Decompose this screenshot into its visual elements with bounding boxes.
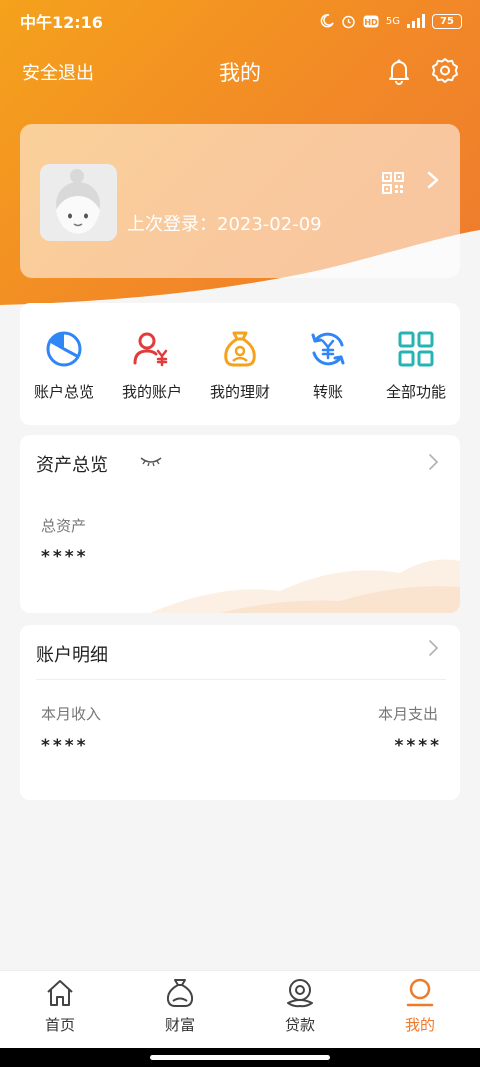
avatar-icon <box>40 164 117 241</box>
profile-icon <box>406 978 434 1007</box>
last-login-label: 上次登录： <box>127 214 217 235</box>
battery-level: 75 <box>440 15 454 27</box>
transfer-yuan-icon <box>311 332 345 366</box>
tab-home[interactable]: 首页 <box>20 977 100 1035</box>
status-time: 中午12:16 <box>20 13 103 32</box>
signal-icon <box>407 14 425 28</box>
home-indicator[interactable] <box>150 1055 330 1060</box>
monthly-expense-label: 本月支出 <box>377 705 438 723</box>
svg-text:HD: HD <box>364 18 378 27</box>
tab-label: 我的 <box>404 1016 435 1034</box>
system-nav-bar <box>0 1048 480 1067</box>
eye-closed-icon[interactable] <box>140 455 162 469</box>
alarm-icon <box>342 15 355 28</box>
quick-actions-card: 账户总览 我的账户 我的理财 转账 全部功能 <box>20 303 460 425</box>
avatar[interactable] <box>40 164 117 241</box>
quick-action-account-overview[interactable]: 账户总览 <box>20 329 108 402</box>
moon-icon <box>320 14 334 28</box>
quick-action-label: 我的理财 <box>209 383 270 401</box>
quick-action-label: 我的账户 <box>121 383 182 401</box>
logout-button[interactable]: 安全退出 <box>22 59 94 85</box>
asset-overview-card[interactable]: 资产总览 总资产 **** <box>20 435 460 613</box>
account-details-card[interactable]: 账户明细 本月收入 **** 本月支出 **** <box>20 625 460 800</box>
tab-label: 财富 <box>164 1016 195 1034</box>
grid-icon <box>398 331 434 367</box>
chevron-right-icon[interactable] <box>428 639 440 657</box>
chevron-right-icon[interactable] <box>428 453 440 471</box>
quick-action-label: 账户总览 <box>33 383 94 401</box>
quick-action-transfer[interactable]: 转账 <box>284 329 372 402</box>
network-type: 5G <box>385 15 400 27</box>
chevron-right-icon[interactable] <box>424 170 442 190</box>
total-assets-label: 总资产 <box>41 517 87 535</box>
status-bar: 中午12:16 HD 5G 75 <box>0 0 480 42</box>
loan-icon <box>287 979 313 1008</box>
monthly-income-label: 本月收入 <box>41 705 102 723</box>
tab-label: 首页 <box>44 1016 75 1034</box>
qr-code-icon[interactable] <box>382 172 404 194</box>
decorative-wave <box>150 559 460 613</box>
quick-action-my-account[interactable]: 我的账户 <box>108 329 196 402</box>
last-login: 上次登录：2023-02-09 <box>127 210 322 236</box>
tab-profile[interactable]: 我的 <box>380 977 460 1035</box>
pie-chart-icon <box>46 331 82 367</box>
battery-icon: 75 <box>432 13 462 29</box>
tab-loan[interactable]: 贷款 <box>260 977 340 1035</box>
wealth-bag-icon <box>166 979 194 1007</box>
hd-icon: HD <box>363 15 379 27</box>
tab-label: 贷款 <box>284 1016 315 1034</box>
quick-action-all-functions[interactable]: 全部功能 <box>372 329 460 402</box>
quick-action-my-wealth[interactable]: 我的理财 <box>196 329 284 402</box>
status-icons: HD 5G 75 <box>320 13 462 29</box>
gear-icon[interactable] <box>430 56 460 86</box>
last-login-date: 2023-02-09 <box>217 214 322 235</box>
asset-overview-title: 资产总览 <box>36 455 108 476</box>
monthly-income-value: **** <box>41 736 89 756</box>
bell-icon[interactable] <box>384 56 414 86</box>
bottom-tab-bar: 首页 财富 贷款 我的 <box>0 970 480 1048</box>
quick-action-label: 转账 <box>312 383 343 401</box>
money-bag-icon <box>224 331 256 367</box>
home-icon <box>47 980 73 1006</box>
tab-wealth[interactable]: 财富 <box>140 977 220 1035</box>
quick-action-label: 全部功能 <box>385 383 446 401</box>
top-nav: 安全退出 我的 <box>0 48 480 94</box>
profile-card[interactable]: 上次登录：2023-02-09 <box>20 124 460 278</box>
user-yuan-icon <box>133 332 168 367</box>
monthly-expense-value: **** <box>394 736 442 756</box>
account-details-title: 账户明细 <box>36 645 108 666</box>
divider <box>36 679 446 680</box>
